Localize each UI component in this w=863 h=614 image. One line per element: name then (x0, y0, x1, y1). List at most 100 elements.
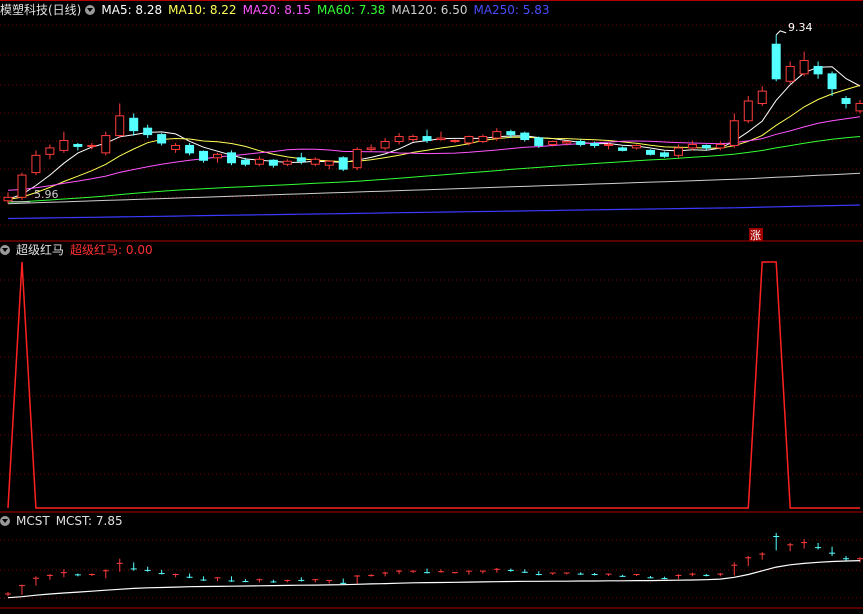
candle (450, 139, 460, 143)
candle-body (590, 142, 600, 146)
collapse-icon[interactable] (0, 516, 10, 526)
candle-body (129, 117, 139, 132)
candle (576, 139, 586, 147)
candle (199, 150, 209, 163)
candle (618, 146, 628, 152)
candle (171, 142, 181, 153)
high-price-label: 9.34 (788, 21, 813, 34)
mcst-candle (731, 562, 738, 576)
candle-body (618, 147, 628, 151)
ma120-label: MA120: 6.50 (391, 3, 468, 17)
low-price-label: 5.96 (34, 188, 59, 201)
panel-frames (0, 0, 863, 609)
candle-body (436, 137, 446, 141)
candle-body (576, 141, 586, 145)
limit-up-badge: 涨 (750, 229, 761, 242)
candle-body (199, 150, 209, 161)
candle (157, 133, 167, 146)
mcst-candle (382, 571, 389, 577)
mcst-candle (46, 574, 53, 580)
mcst-candle (857, 557, 863, 563)
candle-body (604, 143, 614, 146)
candle (632, 144, 642, 150)
candle (143, 124, 153, 139)
mcst-candle (368, 574, 375, 577)
mcst-candle (88, 573, 95, 576)
candle-body (757, 90, 767, 104)
mcst-candle (521, 569, 528, 574)
candle-body (673, 147, 683, 156)
mcst-candle (507, 568, 514, 572)
indicator-value: 超级红马: 0.00 (70, 243, 153, 257)
candle (268, 159, 278, 168)
candle (743, 96, 753, 124)
candle (659, 151, 669, 158)
mcst-candle (424, 568, 431, 574)
candle-body (324, 160, 334, 166)
candle-body (799, 60, 809, 75)
mcst-candle (535, 571, 542, 576)
signal-line (7, 261, 860, 509)
candle (31, 150, 41, 176)
mcst-candle (633, 573, 640, 576)
candle-body (3, 196, 13, 202)
candle-body (45, 147, 55, 155)
ma250-label: MA250: 5.83 (473, 3, 550, 17)
candle-body (422, 136, 432, 142)
collapse-icon[interactable] (0, 245, 10, 255)
indicator-name: 超级红马 (16, 243, 65, 257)
mcst-candle (32, 576, 39, 586)
candle (254, 156, 264, 167)
ma10-label: MA10: 8.22 (168, 3, 237, 17)
mcst-value: MCST: 7.85 (55, 514, 123, 528)
candle-body (771, 43, 781, 80)
mcst-candle (130, 562, 137, 571)
main-legend: 模塑科技(日线) MA5: 8.28 MA10: 8.22 MA20: 8.15 MA6… (0, 1, 556, 19)
candle (785, 61, 795, 84)
mcst-candle (74, 573, 81, 577)
candle (687, 140, 697, 151)
mcst-candle (759, 552, 766, 560)
candle (757, 86, 767, 106)
candle-body (645, 149, 655, 155)
indicator-legend: 超级红马 超级红马: 0.00 (0, 241, 159, 259)
candle (799, 51, 809, 77)
mcst-candle (647, 575, 654, 579)
collapse-icon[interactable] (85, 5, 96, 15)
candle (645, 149, 655, 156)
mcst-candle (410, 570, 417, 574)
candle-body (59, 140, 69, 151)
candle-body (813, 65, 823, 75)
candle-body (157, 134, 167, 144)
mcst-candle (284, 579, 291, 583)
candle-body (115, 115, 125, 137)
candle-body (31, 154, 41, 174)
candle-body (855, 102, 863, 112)
candle (213, 152, 223, 163)
mcst-candle (18, 584, 25, 595)
mcst-candle (116, 558, 123, 572)
candle-body (338, 157, 348, 170)
mcst-candle (829, 546, 836, 556)
candle-body (701, 144, 711, 149)
mcst-candle (60, 569, 67, 578)
candle-body (827, 73, 837, 90)
candle (813, 61, 823, 79)
candle-body (450, 140, 460, 143)
mcst-legend: MCST MCST: 7.85 (0, 512, 129, 530)
candle-body (394, 136, 404, 143)
candle-body (352, 148, 362, 169)
candle (338, 156, 348, 172)
candle-body (17, 174, 27, 198)
candle (73, 142, 83, 151)
candle (380, 138, 390, 151)
mcst-candle (619, 574, 626, 577)
candle (827, 71, 837, 97)
candle (115, 103, 125, 139)
candle-body (520, 132, 530, 141)
mcst-candle (689, 572, 696, 577)
candle (855, 100, 863, 114)
mcst-candle (270, 579, 277, 583)
mcst-candle (563, 572, 570, 575)
ma120-line (7, 172, 861, 205)
